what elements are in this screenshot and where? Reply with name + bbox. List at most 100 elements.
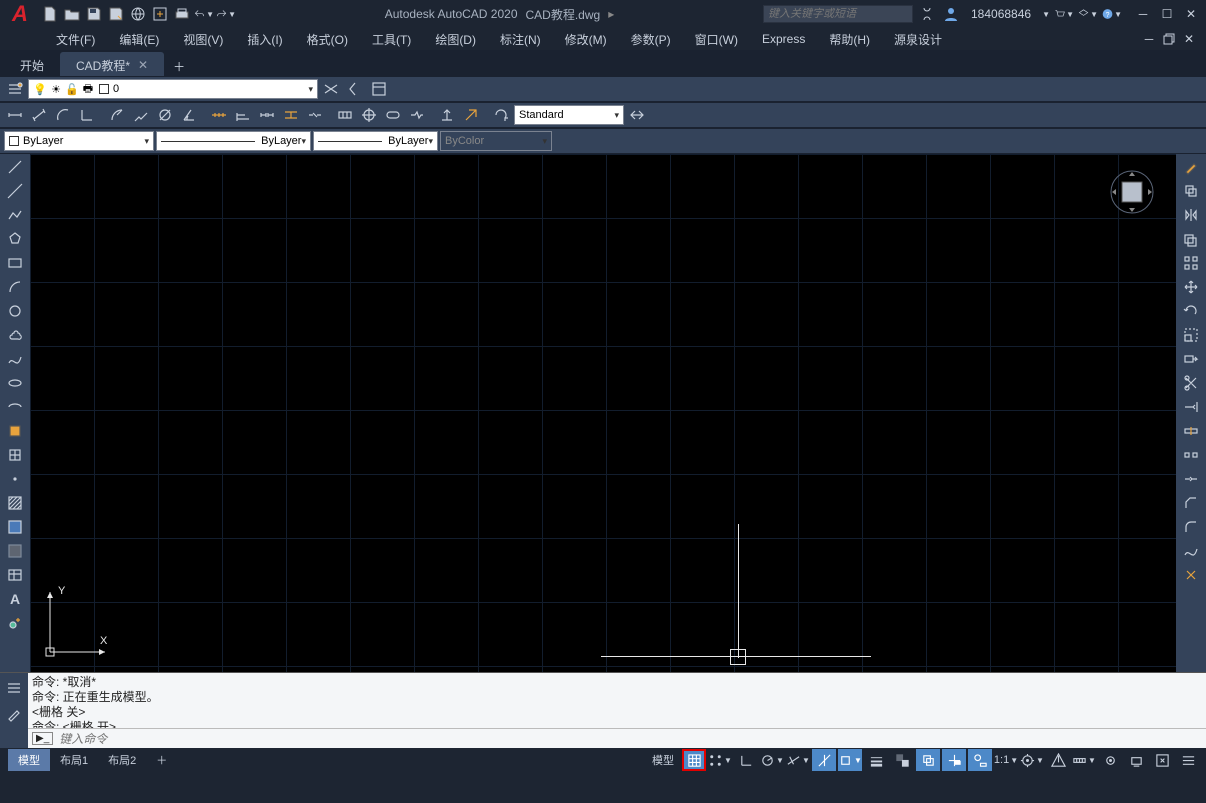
hardware-accel-icon[interactable] [1124, 749, 1148, 771]
app-logo-icon[interactable]: A [6, 0, 34, 28]
table-icon[interactable] [3, 564, 27, 586]
mirror-icon[interactable] [1180, 204, 1202, 226]
otrack-icon[interactable] [812, 749, 836, 771]
tolerance-icon[interactable] [334, 104, 356, 126]
osnap-icon[interactable]: ▼ [838, 749, 862, 771]
isodraft-icon[interactable]: ▼ [786, 749, 810, 771]
xline-icon[interactable] [3, 180, 27, 202]
dim-aligned-icon[interactable] [28, 104, 50, 126]
chamfer-icon[interactable] [1180, 492, 1202, 514]
save-icon[interactable] [84, 4, 104, 24]
grid-toggle-icon[interactable] [682, 749, 706, 771]
menu-源泉设计[interactable]: 源泉设计 [882, 29, 954, 50]
menu-参数p[interactable]: 参数(P) [619, 29, 683, 50]
plot-icon[interactable] [172, 4, 192, 24]
scale-icon[interactable] [1180, 324, 1202, 346]
dyn-input-icon[interactable] [942, 749, 966, 771]
menu-编辑e[interactable]: 编辑(E) [107, 29, 171, 50]
ortho-icon[interactable] [734, 749, 758, 771]
layer-previous-icon[interactable] [344, 78, 366, 100]
polyline-icon[interactable] [3, 204, 27, 226]
spline-icon[interactable] [3, 348, 27, 370]
cmd-customize-icon[interactable] [3, 703, 25, 725]
fillet-icon[interactable] [1180, 516, 1202, 538]
extend-icon[interactable] [1180, 396, 1202, 418]
menu-文件f[interactable]: 文件(F) [44, 29, 107, 50]
cart-icon[interactable]: ▼ [1054, 4, 1074, 24]
explode-icon[interactable] [1180, 564, 1202, 586]
rotate-icon[interactable] [1180, 300, 1202, 322]
tab-close-icon[interactable]: ✕ [138, 58, 148, 72]
dim-jogged-icon[interactable] [130, 104, 152, 126]
array-icon[interactable] [1180, 252, 1202, 274]
command-input[interactable] [59, 732, 1202, 746]
web-save-icon[interactable] [150, 4, 170, 24]
drawing-canvas[interactable]: Y X [30, 154, 1176, 672]
lineweight-toggle-icon[interactable] [864, 749, 888, 771]
close-icon[interactable]: ✕ [1182, 5, 1200, 23]
clean-screen-icon[interactable] [1150, 749, 1174, 771]
quick-properties-icon[interactable] [968, 749, 992, 771]
saveas-icon[interactable] [106, 4, 126, 24]
copy-icon[interactable] [1180, 180, 1202, 202]
hatch-icon[interactable] [3, 492, 27, 514]
erase-icon[interactable] [1180, 156, 1202, 178]
dim-break-icon[interactable] [304, 104, 326, 126]
offset-icon[interactable] [1180, 228, 1202, 250]
snap-toggle-icon[interactable]: ▼ [708, 749, 732, 771]
undo-icon[interactable]: ▼ [194, 4, 214, 24]
layer-match-icon[interactable] [320, 78, 342, 100]
join-icon[interactable] [1180, 468, 1202, 490]
selection-cycling-icon[interactable] [916, 749, 940, 771]
break-icon[interactable] [1180, 444, 1202, 466]
workspace-switch-icon[interactable]: ▼ [1020, 749, 1044, 771]
dimstyle-dropdown[interactable]: Standard▾ [514, 105, 624, 125]
dim-update-icon[interactable] [490, 104, 512, 126]
menu-绘图d[interactable]: 绘图(D) [423, 29, 488, 50]
infocenter-icon[interactable] [917, 4, 937, 24]
menu-插入i[interactable]: 插入(I) [235, 29, 294, 50]
make-block-icon[interactable] [3, 444, 27, 466]
layer-state-icon[interactable] [368, 78, 390, 100]
mtext-icon[interactable]: A [3, 588, 27, 610]
move-icon[interactable] [1180, 276, 1202, 298]
color-dropdown[interactable]: ByLayer▾ [4, 131, 154, 151]
dim-linear-icon[interactable] [4, 104, 26, 126]
web-open-icon[interactable] [128, 4, 148, 24]
search-input[interactable] [763, 5, 913, 23]
viewcube-icon[interactable] [1110, 170, 1154, 214]
open-icon[interactable] [62, 4, 82, 24]
quick-dim-icon[interactable] [208, 104, 230, 126]
tab-add-icon[interactable]: ＋ [168, 56, 190, 76]
dim-continue-icon[interactable] [256, 104, 278, 126]
jogged-linear-icon[interactable] [406, 104, 428, 126]
polygon-icon[interactable] [3, 228, 27, 250]
ellipse-arc-icon[interactable] [3, 396, 27, 418]
doc-tab[interactable]: 开始 [4, 52, 60, 76]
dim-diameter-icon[interactable] [154, 104, 176, 126]
ellipse-icon[interactable] [3, 372, 27, 394]
insert-block-icon[interactable] [3, 420, 27, 442]
circle-icon[interactable] [3, 300, 27, 322]
units-icon[interactable]: ▼ [1072, 749, 1096, 771]
layout-add-icon[interactable]: ＋ [146, 749, 177, 771]
inspection-icon[interactable] [382, 104, 404, 126]
app-store-icon[interactable]: ▼ [1078, 4, 1098, 24]
doc-tab[interactable]: CAD教程*✕ [60, 52, 164, 76]
menu-修改m[interactable]: 修改(M) [553, 29, 619, 50]
cmd-recent-icon[interactable] [3, 677, 25, 699]
linetype-dropdown[interactable]: ByLayer▾ [156, 131, 311, 151]
revcloud-icon[interactable] [3, 324, 27, 346]
anno-monitor-icon[interactable] [1046, 749, 1070, 771]
layout-tab[interactable]: 布局1 [50, 749, 98, 771]
stretch-icon[interactable] [1180, 348, 1202, 370]
new-icon[interactable] [40, 4, 60, 24]
redo-icon[interactable]: ▼ [216, 4, 236, 24]
maximize-icon[interactable]: ☐ [1158, 5, 1176, 23]
lineweight-dropdown[interactable]: ByLayer▾ [313, 131, 438, 151]
customize-status-icon[interactable] [1176, 749, 1200, 771]
menu-标注n[interactable]: 标注(N) [488, 29, 553, 50]
anno-scale-icon[interactable]: 1:1▼ [994, 749, 1018, 771]
user-dropdown-icon[interactable]: ▼ [1042, 10, 1050, 19]
polar-icon[interactable]: ▼ [760, 749, 784, 771]
